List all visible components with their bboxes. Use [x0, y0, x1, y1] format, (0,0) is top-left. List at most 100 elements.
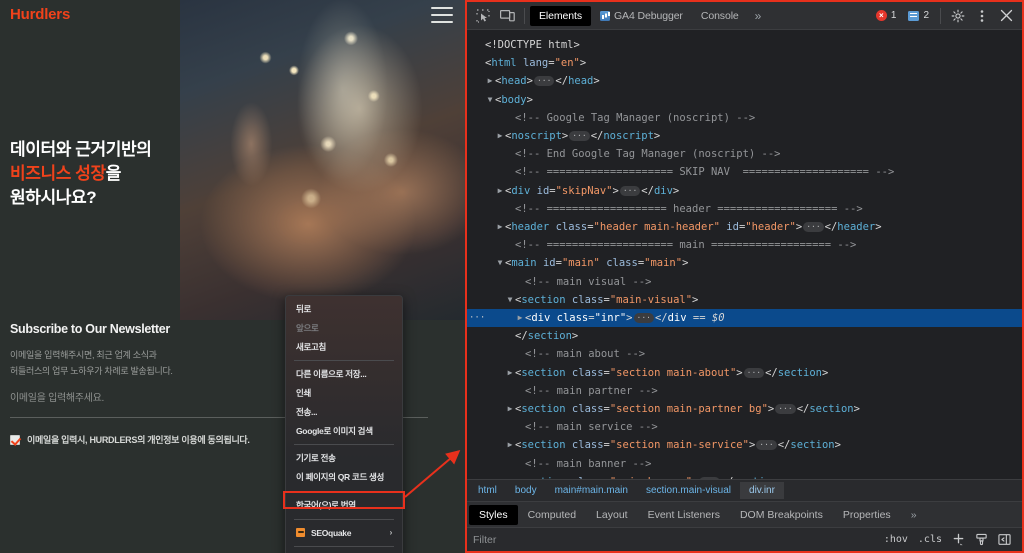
dom-node[interactable]: ▶ <head> ··· </head>	[467, 72, 1022, 90]
collapsed-children-icon[interactable]: ···	[743, 367, 765, 378]
disclosure-triangle-icon[interactable]: ▶	[505, 436, 515, 454]
tabs-overflow-icon[interactable]: »	[748, 9, 769, 23]
dom-node[interactable]: <!DOCTYPE html>	[467, 36, 1022, 54]
dom-node[interactable]: <!-- Google Tag Manager (noscript) -->	[467, 109, 1022, 127]
dom-node-selected[interactable]: ··· ▶ <div class="inr"> ··· </div == $0	[467, 309, 1022, 328]
gear-icon[interactable]	[946, 5, 970, 27]
dom-node[interactable]: ▶ <section class="section main-partner bg…	[467, 400, 1022, 418]
dom-tree[interactable]: <!DOCTYPE html> <html lang="en"> ▶ <head> ··…	[467, 30, 1022, 479]
warning-badge[interactable]: 2	[902, 8, 935, 23]
context-menu-item-10[interactable]: 이 페이지의 QR 코드 생성	[286, 468, 402, 487]
disclosure-triangle-icon[interactable]: ▶	[495, 182, 505, 200]
disclosure-triangle-icon[interactable]: ▶	[505, 400, 515, 418]
dom-node[interactable]: <!-- ==================== main =========…	[467, 236, 1022, 254]
styles-tabs-overflow-icon[interactable]: »	[901, 505, 927, 525]
dom-token-punc: </	[590, 130, 604, 143]
dom-node[interactable]: ▶<section class="main-banner">···</secti…	[467, 473, 1022, 479]
dom-node[interactable]: <!-- =================== header ========…	[467, 200, 1022, 218]
paintbrush-icon[interactable]	[970, 533, 993, 546]
dom-node[interactable]: <!-- main about -->	[467, 345, 1022, 363]
breadcrumb-item[interactable]: section.main-visual	[637, 482, 740, 499]
disclosure-triangle-icon[interactable]: ▶	[495, 127, 505, 145]
context-menu-item-12[interactable]: 한국어(으)로 번역	[286, 496, 402, 515]
dom-node-markup: <!-- main banner -->	[525, 455, 651, 473]
dom-node[interactable]: ▼ <section class="main-visual">	[467, 291, 1022, 309]
disclosure-triangle-icon[interactable]: ▼	[495, 254, 505, 272]
privacy-consent-row[interactable]: 이메일을 입력시, HURDLERS의 개인정보 이용에 동의됩니다.	[10, 433, 250, 446]
more-vertical-icon[interactable]	[970, 5, 994, 27]
dom-node[interactable]: <!-- End Google Tag Manager (noscript) -…	[467, 145, 1022, 163]
collapsed-children-icon[interactable]: ···	[569, 131, 590, 142]
device-toolbar-icon[interactable]	[495, 5, 519, 27]
collapsed-children-icon[interactable]: ···	[633, 313, 654, 324]
styles-tab-layout[interactable]: Layout	[586, 505, 638, 525]
dom-node[interactable]: <!-- ==================== SKIP NAV =====…	[467, 163, 1022, 181]
hamburger-menu-icon[interactable]	[431, 7, 453, 23]
context-menu-item-0[interactable]: 뒤로	[286, 300, 402, 319]
disclosure-triangle-icon[interactable]: ▼	[485, 91, 495, 109]
dom-node[interactable]: ▼ <main id="main" class="main">	[467, 254, 1022, 272]
dom-node[interactable]: ▶ <noscript> ··· </noscript>	[467, 127, 1022, 145]
breadcrumb[interactable]: html body main#main.main section.main-visua…	[467, 479, 1022, 501]
hov-toggle[interactable]: :hov	[879, 534, 913, 545]
collapsed-children-icon[interactable]: ···	[699, 476, 720, 479]
disclosure-triangle-icon[interactable]: ▶	[515, 309, 525, 327]
styles-tab-dom-breakpoints[interactable]: DOM Breakpoints	[730, 505, 833, 525]
disclosure-triangle-icon[interactable]: ▶	[505, 473, 515, 479]
styles-tab-properties[interactable]: Properties	[833, 505, 901, 525]
styles-tab-event-listeners[interactable]: Event Listeners	[638, 505, 730, 525]
filter-input[interactable]: Filter	[473, 534, 879, 546]
collapsed-children-icon[interactable]: ···	[533, 76, 555, 87]
dom-node-markup: <!DOCTYPE html>	[485, 36, 580, 54]
error-badge[interactable]: × 1	[870, 8, 903, 23]
toggle-sidebar-icon[interactable]	[993, 533, 1016, 546]
dom-node[interactable]: <!-- main service -->	[467, 418, 1022, 436]
dom-node[interactable]: ▶ <section class="section main-about"> ···…	[467, 364, 1022, 382]
browser-context-menu[interactable]: 뒤로 앞으로 새로고침 다른 이름으로 저장... 인쇄 전송... Google로 이미지…	[285, 295, 403, 553]
dom-token-tag: header	[837, 221, 876, 234]
devtools-tab-ga4-debugger[interactable]: GA4 Debugger	[591, 6, 692, 26]
devtools-tab-elements[interactable]: Elements	[530, 5, 591, 26]
cls-toggle[interactable]: .cls	[913, 534, 947, 545]
collapsed-children-icon[interactable]: ···	[775, 404, 796, 415]
context-menu-item-14[interactable]: SEOquake ›	[286, 524, 402, 543]
breadcrumb-item[interactable]: body	[506, 482, 546, 499]
breadcrumb-item[interactable]: div.inr	[740, 482, 784, 499]
privacy-consent-label: 이메일을 입력시, HURDLERS의 개인정보 이용에 동의됩니다.	[27, 435, 250, 445]
dom-node[interactable]: <!-- main partner -->	[467, 382, 1022, 400]
context-menu-item-2[interactable]: 새로고침	[286, 338, 402, 357]
privacy-consent-checkbox[interactable]	[10, 434, 20, 445]
styles-tab-computed[interactable]: Computed	[518, 505, 586, 525]
dom-node[interactable]: ▶ <header class="header main-header" id="…	[467, 218, 1022, 236]
disclosure-triangle-icon[interactable]: ▶	[505, 364, 515, 382]
devtools-tab-console[interactable]: Console	[692, 6, 748, 26]
context-menu-item-9[interactable]: 기기로 전송	[286, 449, 402, 468]
dom-token-punc: </	[777, 439, 791, 452]
disclosure-triangle-icon[interactable]: ▶	[485, 72, 495, 90]
close-icon[interactable]	[994, 5, 1018, 27]
disclosure-triangle-icon[interactable]: ▼	[505, 291, 515, 309]
collapsed-children-icon[interactable]: ···	[803, 222, 824, 233]
dom-node[interactable]: <html lang="en">	[467, 54, 1022, 72]
collapsed-children-icon[interactable]: ···	[756, 440, 777, 451]
dom-node[interactable]: ▶ <div id="skipNav"> ··· </div>	[467, 182, 1022, 200]
dom-node[interactable]: <!-- main banner -->	[467, 455, 1022, 473]
context-menu-item-5[interactable]: 인쇄	[286, 384, 402, 403]
inspect-element-icon[interactable]	[471, 5, 495, 27]
styles-tab-styles[interactable]: Styles	[469, 504, 518, 525]
breadcrumb-item[interactable]: main#main.main	[546, 482, 637, 499]
toolbar-divider-2	[940, 7, 941, 24]
collapsed-children-icon[interactable]: ···	[619, 185, 641, 196]
dom-token-tag: section	[733, 476, 777, 479]
plus-icon[interactable]	[947, 533, 970, 546]
breadcrumb-item[interactable]: html	[469, 482, 506, 499]
context-menu-item-7[interactable]: Google로 이미지 검색	[286, 422, 402, 441]
dom-node[interactable]: ▼ <body>	[467, 91, 1022, 109]
context-menu-item-6[interactable]: 전송...	[286, 403, 402, 422]
dom-node[interactable]: </section>	[467, 327, 1022, 345]
site-logo[interactable]: Hurdlers	[10, 6, 70, 23]
dom-node[interactable]: <!-- main visual -->	[467, 273, 1022, 291]
disclosure-triangle-icon[interactable]: ▶	[495, 218, 505, 236]
dom-node[interactable]: ▶ <section class="section main-service"> ·…	[467, 436, 1022, 454]
context-menu-item-4[interactable]: 다른 이름으로 저장...	[286, 365, 402, 384]
